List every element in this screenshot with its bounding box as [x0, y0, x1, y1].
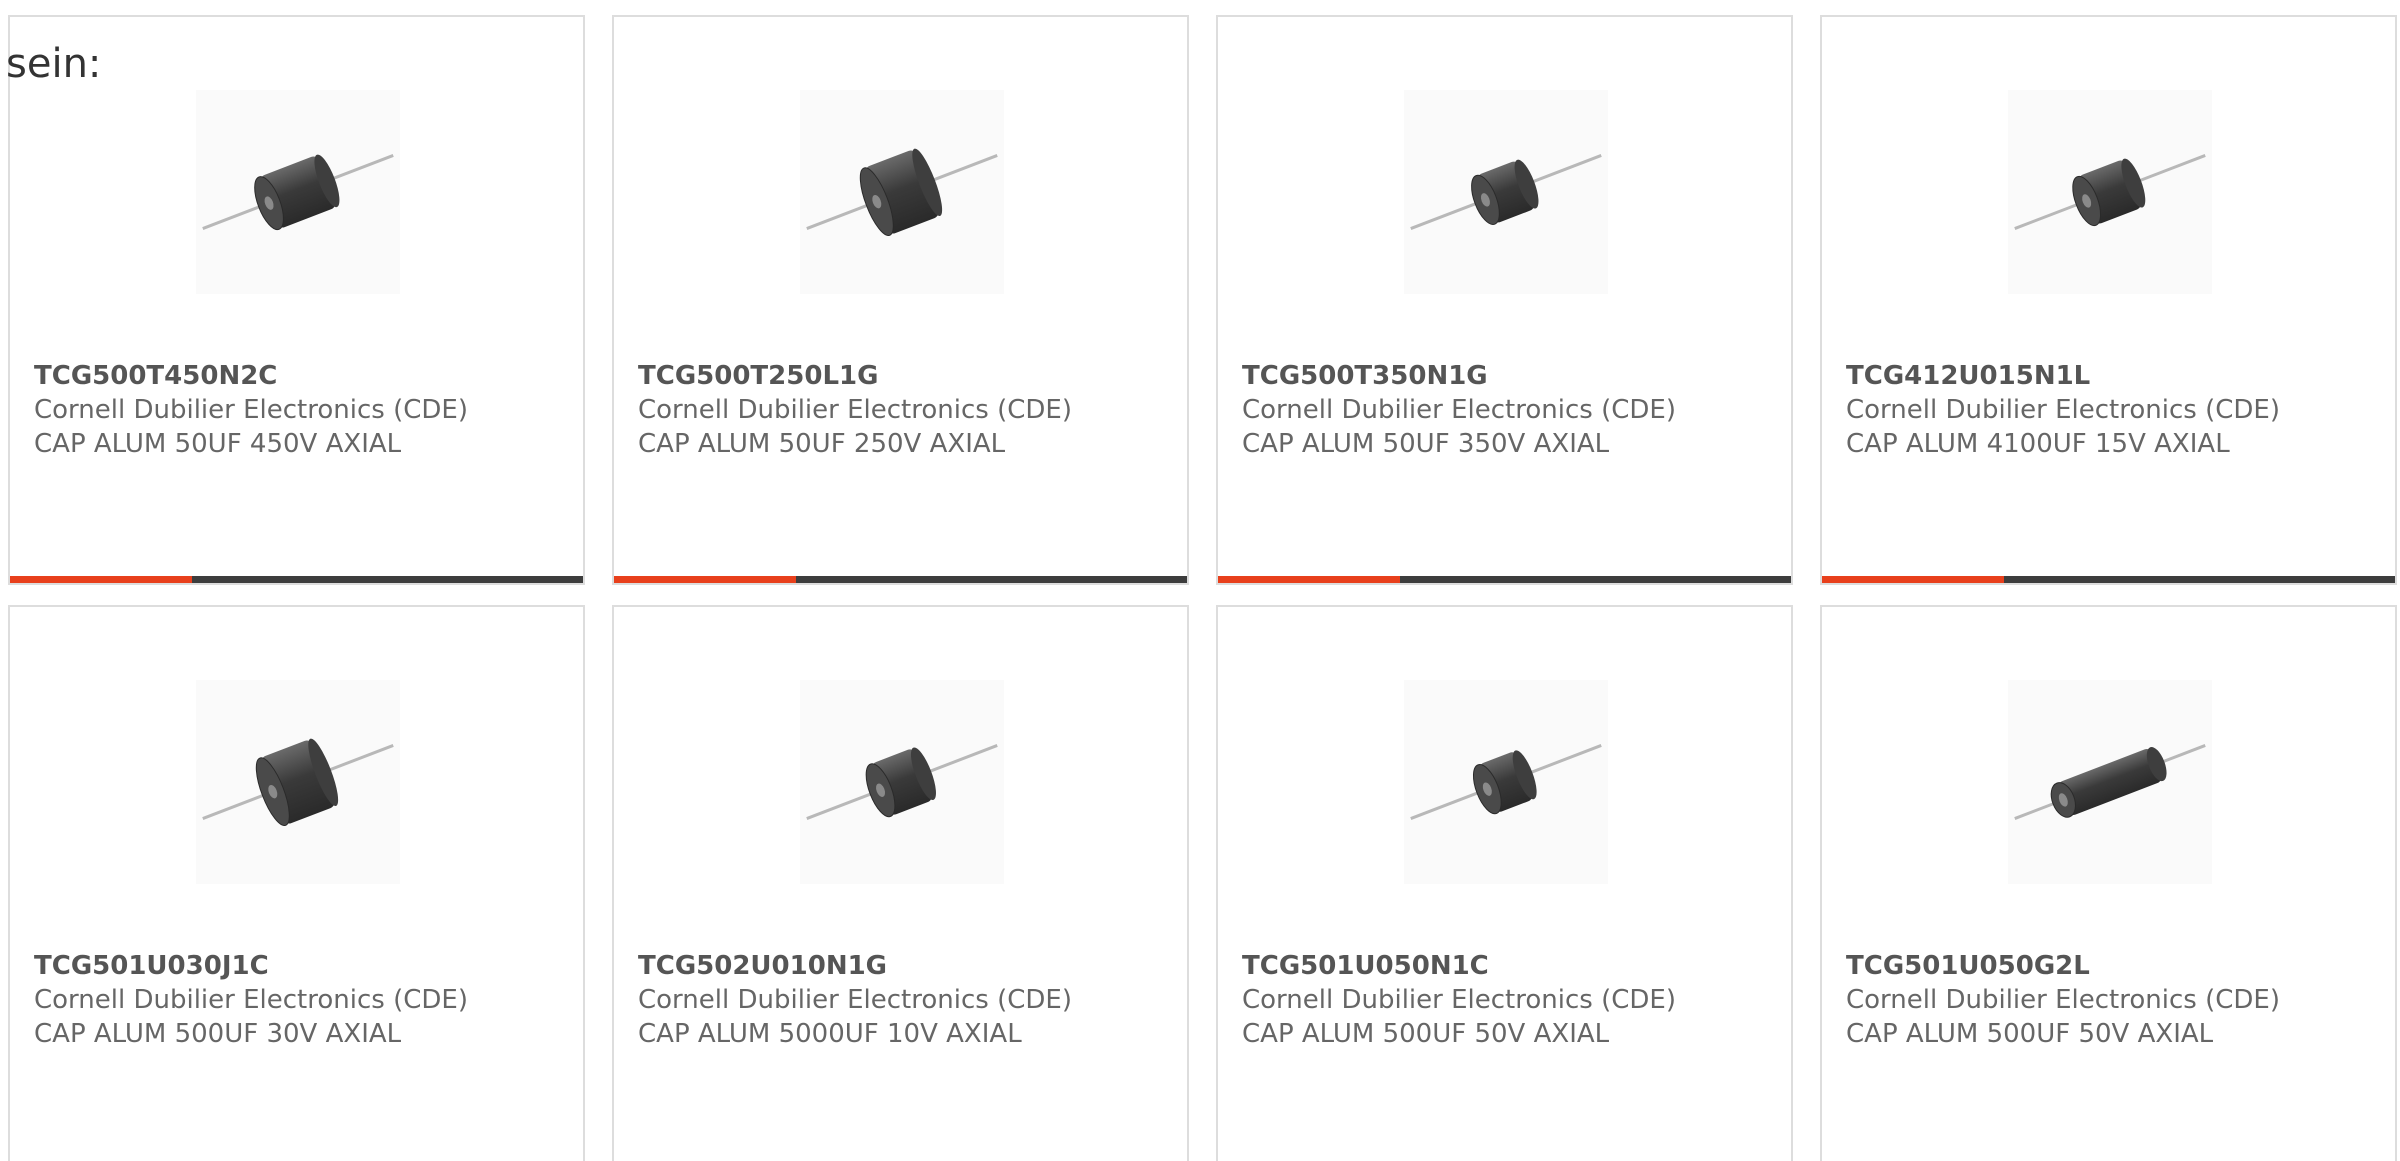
- description: CAP ALUM 4100UF 15V AXIAL: [1846, 429, 2230, 459]
- axial-capacitor-icon[interactable]: [2008, 680, 2212, 884]
- card-footer-bar: [10, 576, 583, 583]
- axial-capacitor-icon[interactable]: [800, 90, 1004, 294]
- manufacturer: Cornell Dubilier Electronics (CDE): [1242, 985, 1676, 1015]
- product-card[interactable]: TCG412U015N1L Cornell Dubilier Electroni…: [1820, 15, 2397, 585]
- description: CAP ALUM 50UF 450V AXIAL: [34, 429, 402, 459]
- part-number[interactable]: TCG501U050G2L: [1846, 949, 2090, 983]
- card-footer-bar: [1822, 576, 2395, 583]
- card-footer-bar: [614, 576, 1187, 583]
- card-accent-bar: [614, 576, 796, 583]
- axial-capacitor-icon[interactable]: [1404, 680, 1608, 884]
- description: CAP ALUM 500UF 30V AXIAL: [34, 1019, 402, 1049]
- card-accent-bar: [1218, 576, 1400, 583]
- manufacturer: Cornell Dubilier Electronics (CDE): [1846, 395, 2280, 425]
- card-footer-bar: [1218, 576, 1791, 583]
- part-number[interactable]: TCG500T350N1G: [1242, 359, 1488, 393]
- manufacturer: Cornell Dubilier Electronics (CDE): [1242, 395, 1676, 425]
- product-card[interactable]: TCG501U030J1C Cornell Dubilier Electroni…: [8, 605, 585, 1161]
- part-number[interactable]: TCG501U030J1C: [34, 949, 269, 983]
- axial-capacitor-icon[interactable]: [800, 680, 1004, 884]
- manufacturer: Cornell Dubilier Electronics (CDE): [34, 395, 468, 425]
- axial-capacitor-icon[interactable]: [2008, 90, 2212, 294]
- product-card[interactable]: TCG501U050N1C Cornell Dubilier Electroni…: [1216, 605, 1793, 1161]
- description: CAP ALUM 50UF 250V AXIAL: [638, 429, 1006, 459]
- card-accent-bar: [1822, 576, 2004, 583]
- intro-text: sein:: [6, 41, 102, 87]
- part-number[interactable]: TCG412U015N1L: [1846, 359, 2090, 393]
- axial-capacitor-icon[interactable]: [196, 680, 400, 884]
- description: CAP ALUM 500UF 50V AXIAL: [1846, 1019, 2214, 1049]
- manufacturer: Cornell Dubilier Electronics (CDE): [638, 395, 1072, 425]
- product-card[interactable]: TCG501U050G2L Cornell Dubilier Electroni…: [1820, 605, 2397, 1161]
- product-card[interactable]: TCG500T450N2C Cornell Dubilier Electroni…: [8, 15, 585, 585]
- card-accent-bar: [10, 576, 192, 583]
- axial-capacitor-icon[interactable]: [196, 90, 400, 294]
- part-number[interactable]: TCG501U050N1C: [1242, 949, 1489, 983]
- part-number[interactable]: TCG500T250L1G: [638, 359, 878, 393]
- manufacturer: Cornell Dubilier Electronics (CDE): [1846, 985, 2280, 1015]
- description: CAP ALUM 500UF 50V AXIAL: [1242, 1019, 1610, 1049]
- part-number[interactable]: TCG500T450N2C: [34, 359, 277, 393]
- part-number[interactable]: TCG502U010N1G: [638, 949, 887, 983]
- axial-capacitor-icon[interactable]: [1404, 90, 1608, 294]
- product-card[interactable]: TCG500T350N1G Cornell Dubilier Electroni…: [1216, 15, 1793, 585]
- product-card[interactable]: TCG502U010N1G Cornell Dubilier Electroni…: [612, 605, 1189, 1161]
- product-card[interactable]: TCG500T250L1G Cornell Dubilier Electroni…: [612, 15, 1189, 585]
- manufacturer: Cornell Dubilier Electronics (CDE): [638, 985, 1072, 1015]
- description: CAP ALUM 50UF 350V AXIAL: [1242, 429, 1610, 459]
- page: sein: TCG500T450N2C Cornell Dubilier Ele…: [0, 0, 2400, 1161]
- manufacturer: Cornell Dubilier Electronics (CDE): [34, 985, 468, 1015]
- description: CAP ALUM 5000UF 10V AXIAL: [638, 1019, 1022, 1049]
